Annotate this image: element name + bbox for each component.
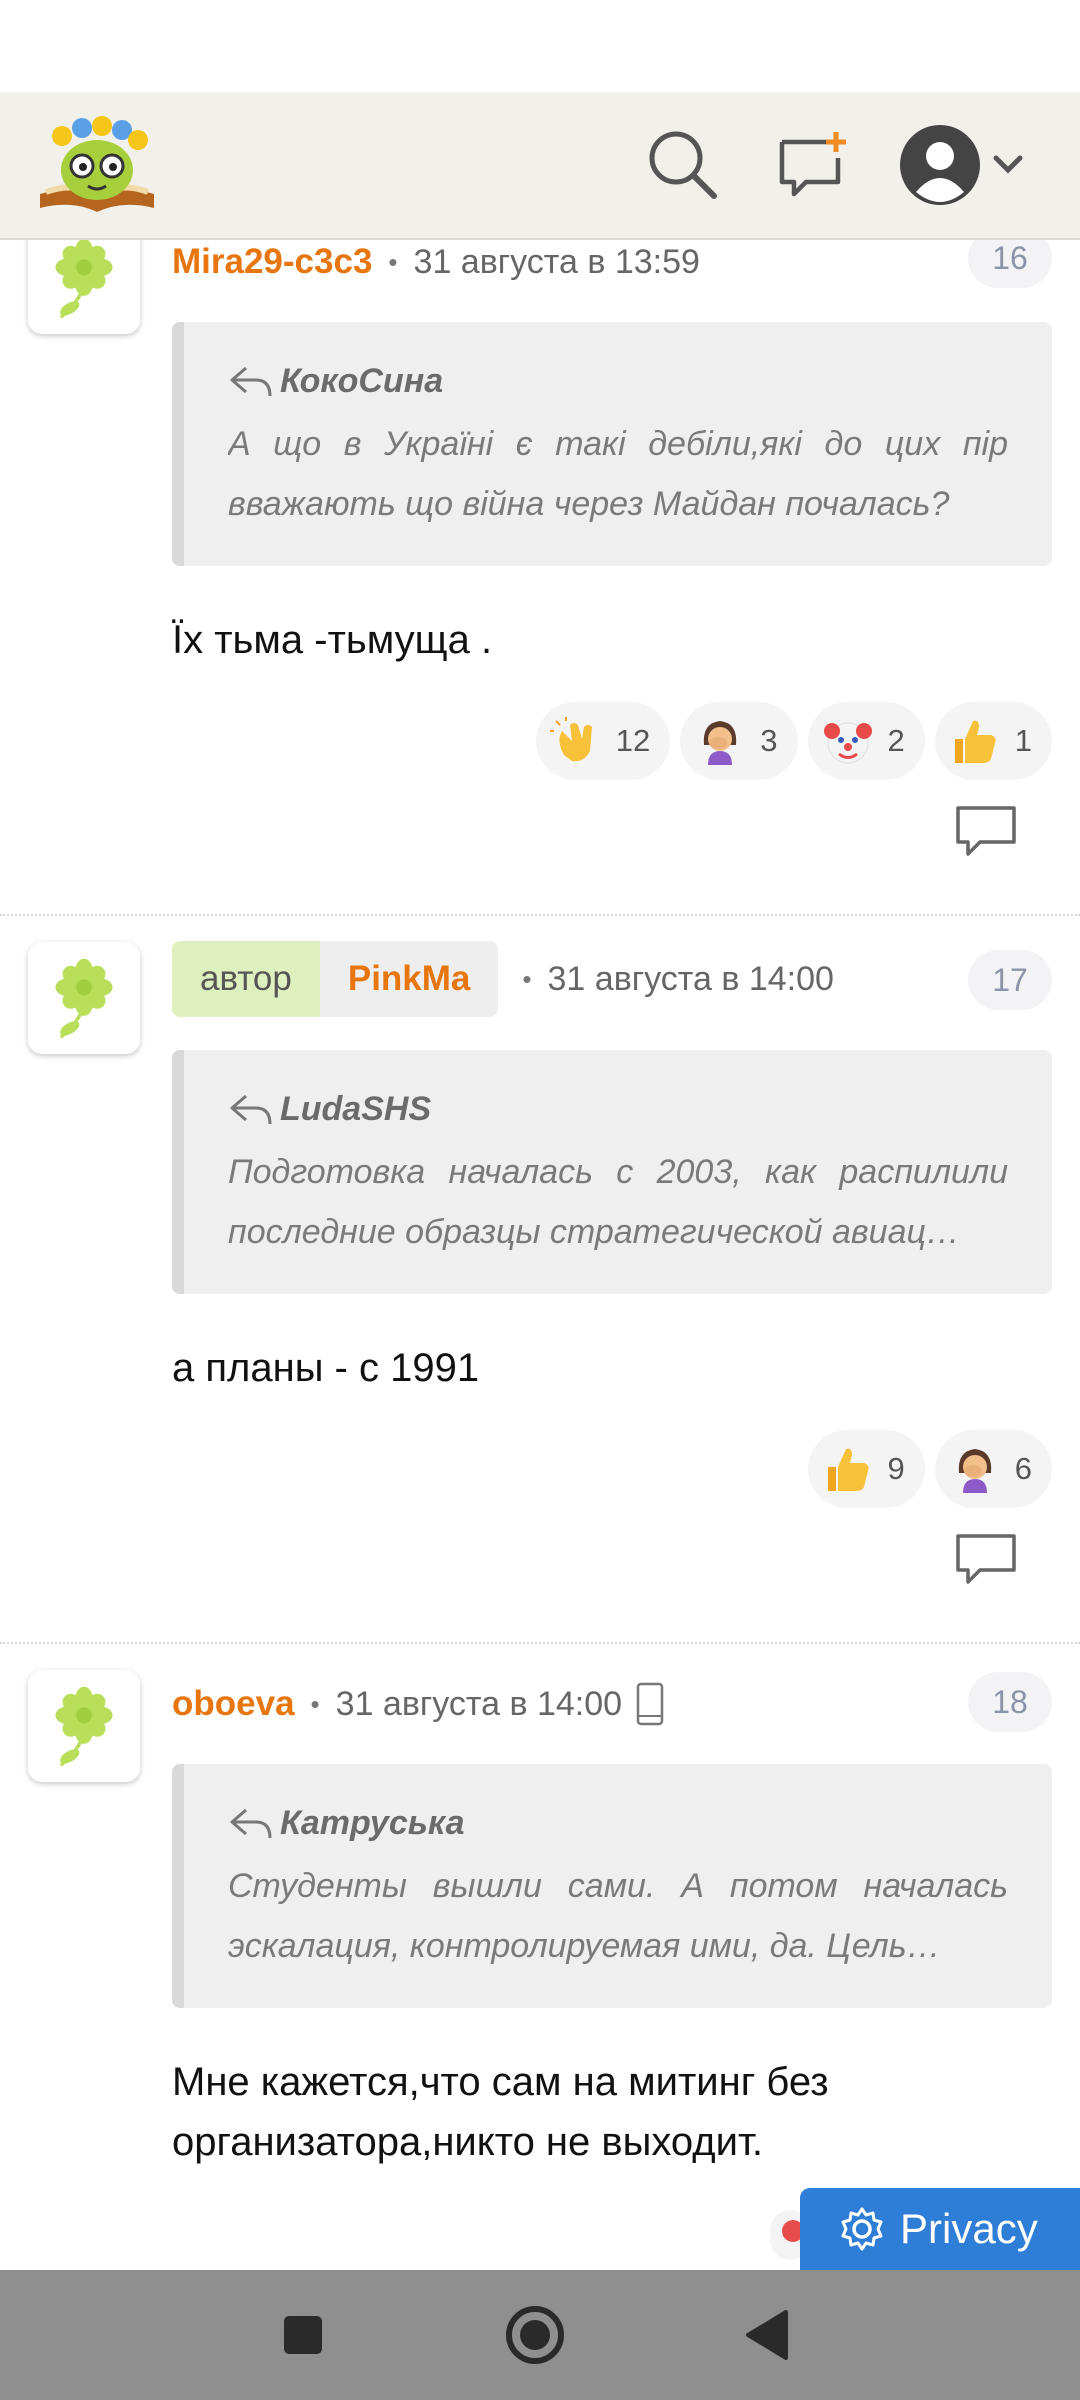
reaction-facepalm[interactable]: 6	[934, 1430, 1052, 1508]
separator-dot: •	[522, 963, 532, 994]
home-button[interactable]	[492, 2292, 578, 2378]
privacy-button[interactable]: Privacy	[800, 2188, 1080, 2270]
comment-username[interactable]: Mira29-с3с3	[172, 242, 372, 282]
reaction-count: 3	[760, 723, 778, 758]
reactions-bar: 12 3 2 1	[535, 702, 1052, 780]
comment-meta: oboeva • 31 августа в 14:00	[172, 1666, 664, 1742]
back-triangle-icon	[746, 2310, 788, 2360]
avatar[interactable]	[28, 1670, 140, 1782]
quote-author-name[interactable]: LudaSHS	[280, 1090, 431, 1129]
reply-arrow-icon	[230, 366, 272, 397]
reaction-thumbs-up[interactable]: 9	[807, 1430, 925, 1508]
quote-block: LudaSHS Подготовка началась с 2003, как …	[172, 1050, 1052, 1294]
separator-dot: •	[388, 246, 398, 277]
facepalm-woman-emoji	[704, 721, 737, 765]
quote-block: Катруська Студенты вышли сами. А потом н…	[172, 1764, 1052, 2008]
separator-dot: •	[310, 1688, 320, 1719]
flower-avatar-icon	[55, 238, 113, 319]
comment-divider	[0, 914, 1080, 916]
gear-icon	[841, 2207, 883, 2251]
user-menu-button[interactable]	[900, 120, 1030, 210]
reaction-count: 6	[1014, 1451, 1032, 1486]
reaction-count: 1	[1014, 723, 1032, 758]
reaction-count: 12	[615, 723, 651, 758]
comment-date[interactable]: 31 августа в 14:00	[548, 960, 834, 999]
reply-button[interactable]	[954, 1532, 1018, 1588]
back-button[interactable]	[724, 2292, 810, 2378]
comment-number[interactable]: 17	[968, 950, 1052, 1010]
reactions-bar: 9 6	[807, 1430, 1052, 1508]
comment-date[interactable]: 31 августа в 13:59	[414, 243, 700, 282]
quote-text: Подготовка началась с 2003, как распилил…	[228, 1153, 1008, 1251]
comment-body: Мне кажется,что сам на митинг без органи…	[172, 2060, 829, 2164]
reply-arrow-icon	[230, 1094, 272, 1125]
speech-bubble-icon	[956, 1534, 1016, 1584]
search-icon[interactable]	[644, 126, 720, 202]
facepalm-woman-emoji	[958, 1449, 991, 1493]
comment-date[interactable]: 31 августа в 14:00	[336, 1685, 622, 1724]
comment-username[interactable]: oboeva	[172, 1684, 295, 1724]
reply-arrow-icon	[230, 1808, 272, 1839]
reply-button[interactable]	[954, 804, 1018, 860]
author-badge: автор PinkMa	[172, 941, 499, 1017]
comment-number[interactable]: 18	[968, 1672, 1052, 1732]
square-icon	[284, 2316, 322, 2354]
quote-author: Катруська	[228, 1798, 1008, 1848]
thumbs-up-emoji	[954, 720, 996, 763]
reaction-count: 9	[887, 1451, 905, 1486]
privacy-label: Privacy	[900, 2205, 1038, 2252]
clapping-hands-emoji	[549, 717, 592, 762]
quote-text: А що в Україні є такі дебіли,які до цих …	[228, 425, 1008, 523]
site-logo[interactable]	[32, 108, 162, 220]
quote-text: Студенты вышли сами. А потом началась эс…	[228, 1867, 1008, 1965]
reaction-facepalm[interactable]: 3	[680, 702, 798, 780]
new-post-icon[interactable]	[776, 128, 852, 204]
quote-block: КокоСина А що в Україні є такі дебіли,як…	[172, 322, 1052, 566]
recent-apps-button[interactable]	[260, 2292, 346, 2378]
quote-author-name[interactable]: Катруська	[280, 1804, 465, 1843]
home-circle-icon	[506, 2306, 564, 2364]
quote-author-name[interactable]: КокоСина	[280, 362, 443, 401]
comment-body: Їх тьма -тьмуща .	[172, 618, 493, 662]
flower-avatar-icon	[55, 1686, 113, 1767]
comment-meta: автор PinkMa • 31 августа в 14:00	[172, 941, 834, 1017]
status-bar	[0, 0, 1080, 92]
reaction-clapping[interactable]: 12	[535, 702, 671, 780]
avatar[interactable]	[28, 942, 140, 1054]
clown-face-emoji	[823, 722, 872, 764]
quote-author: КокоСина	[228, 356, 1008, 406]
reaction-clown[interactable]: 2	[807, 702, 925, 780]
system-navigation-bar	[0, 2270, 1080, 2400]
author-label: автор	[172, 941, 320, 1017]
flower-avatar-icon	[55, 958, 113, 1039]
speech-bubble-icon	[956, 806, 1016, 856]
reaction-thumbs-up[interactable]: 1	[934, 702, 1052, 780]
reaction-count: 2	[887, 723, 905, 758]
quote-author: LudaSHS	[228, 1084, 1008, 1134]
top-header	[0, 92, 1080, 240]
thumbs-up-emoji	[827, 1448, 868, 1491]
comment-username[interactable]: PinkMa	[319, 941, 499, 1017]
mobile-phone-icon	[636, 1682, 664, 1726]
comment-divider	[0, 1642, 1080, 1644]
comment-body: а планы - с 1991	[172, 1346, 480, 1390]
